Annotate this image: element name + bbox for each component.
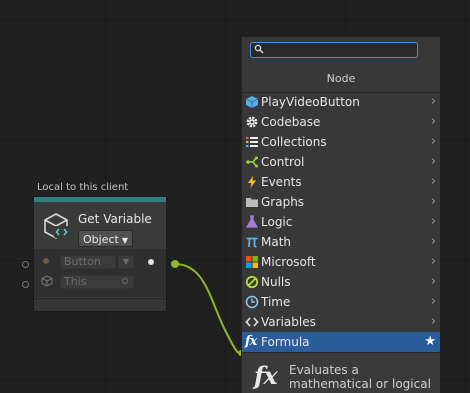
kind-select[interactable]: Object ▼ <box>78 230 133 247</box>
folder-icon <box>246 198 258 207</box>
chevron-right-icon: › <box>430 214 436 229</box>
menu-item-variables[interactable]: Variables › <box>242 312 440 332</box>
menu-item-label: Formula <box>261 335 310 349</box>
menu-item-label: Microsoft <box>261 255 316 269</box>
menu-item-label: Codebase <box>261 115 321 129</box>
menu-item-playvideobutton[interactable]: PlayVideoButton › <box>242 92 440 112</box>
menu-item-collections[interactable]: Collections › <box>242 132 440 152</box>
null-icon <box>245 275 259 289</box>
chevron-right-icon: › <box>430 274 436 289</box>
target-picker-icon[interactable] <box>122 278 128 284</box>
chevron-right-icon: › <box>430 154 436 169</box>
menu-item-label: Collections <box>261 135 327 149</box>
menu-item-label: Graphs <box>261 195 305 209</box>
menu-item-formula[interactable]: fx Formula ★ <box>242 332 440 352</box>
menu-item-math[interactable]: Math › <box>242 232 440 252</box>
input-port-icon[interactable] <box>43 258 49 264</box>
star-icon[interactable]: ★ <box>424 332 436 352</box>
variable-cube-icon <box>44 213 69 239</box>
menu-item-label: PlayVideoButton <box>261 95 360 109</box>
get-variable-node[interactable]: Get Variable Object ▼ Button ▼ This <box>33 196 167 312</box>
chevron-right-icon: › <box>430 134 436 149</box>
kind-select-value: Object <box>83 233 119 246</box>
name-input-row[interactable]: Button ▼ <box>34 254 166 270</box>
menu-item-label: Time <box>261 295 291 309</box>
menu-item-label: Math <box>261 235 292 249</box>
fx-icon: fx <box>245 334 257 349</box>
menu-item-graphs[interactable]: Graphs › <box>242 192 440 212</box>
menu-item-label: Logic <box>261 215 293 229</box>
flask-icon <box>245 215 259 228</box>
menu-item-label: Control <box>261 155 305 169</box>
search-box[interactable] <box>250 42 418 58</box>
chevron-down-icon: ▼ <box>121 236 128 245</box>
chevron-right-icon: › <box>430 294 436 309</box>
search-input[interactable] <box>265 43 413 57</box>
name-dropdown[interactable]: ▼ <box>118 255 134 269</box>
description-panel: fx Evaluates a mathematical or logical <box>242 352 440 393</box>
chevron-right-icon: › <box>430 174 436 189</box>
menu-item-control[interactable]: Control › <box>242 152 440 172</box>
node-title: Get Variable <box>78 212 152 226</box>
node-footer <box>34 298 166 311</box>
chevron-right-icon: › <box>430 194 436 209</box>
cube-blue-icon <box>245 96 259 108</box>
chevron-right-icon: › <box>430 254 436 269</box>
chevron-right-icon: › <box>430 94 436 109</box>
node-category-list: PlayVideoButton › Codebase › Collections… <box>242 92 440 352</box>
branch-icon <box>246 156 258 168</box>
menu-item-logic[interactable]: Logic › <box>242 212 440 232</box>
fuzzy-finder-panel: Node PlayVideoButton › Codebase › Collec… <box>241 36 441 393</box>
name-field[interactable]: Button <box>60 255 116 269</box>
external-port[interactable] <box>22 261 29 268</box>
description-text: Evaluates a mathematical or logical <box>289 363 431 391</box>
node-ports: Button ▼ This <box>34 249 166 297</box>
menu-item-codebase[interactable]: Codebase › <box>242 112 440 132</box>
gear-icon <box>246 116 258 128</box>
code-icon <box>245 317 259 327</box>
output-port-icon[interactable] <box>148 259 154 265</box>
fx-icon: fx <box>254 361 278 390</box>
search-icon <box>254 44 264 54</box>
chevron-right-icon: › <box>430 314 436 329</box>
menu-item-label: Variables <box>261 315 316 329</box>
lightning-icon <box>248 176 256 188</box>
node-header[interactable]: Get Variable Object ▼ <box>34 202 166 248</box>
list-icon <box>246 137 258 147</box>
chevron-right-icon: › <box>430 114 436 129</box>
chevron-right-icon: › <box>430 234 436 249</box>
menu-item-microsoft[interactable]: Microsoft › <box>242 252 440 272</box>
menu-item-label: Nulls <box>261 275 291 289</box>
cube-icon <box>41 275 53 287</box>
panel-title: Node <box>326 72 356 85</box>
pi-icon <box>246 237 258 248</box>
menu-item-events[interactable]: Events › <box>242 172 440 192</box>
menu-item-label: Events <box>261 175 302 189</box>
target-input-row[interactable]: This <box>34 274 166 290</box>
external-port[interactable] <box>22 281 29 288</box>
menu-item-nulls[interactable]: Nulls › <box>242 272 440 292</box>
clock-icon <box>245 295 259 309</box>
windows-icon <box>246 256 258 268</box>
menu-item-time[interactable]: Time › <box>242 292 440 312</box>
